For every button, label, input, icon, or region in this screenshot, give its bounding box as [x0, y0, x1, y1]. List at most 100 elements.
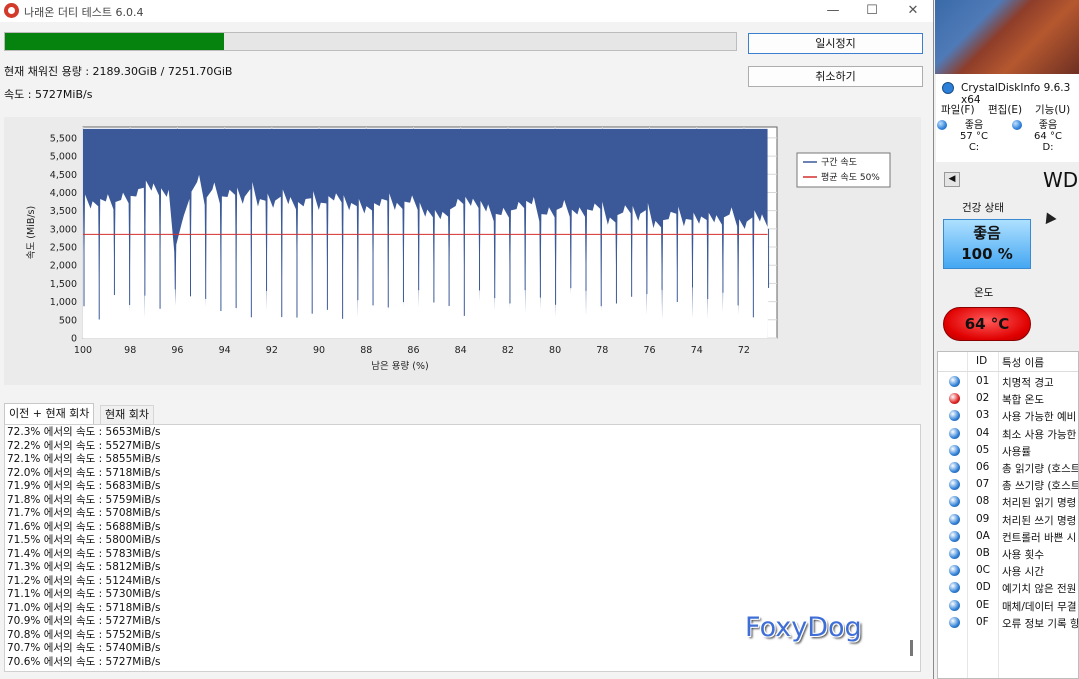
drive-d[interactable]: 좋음 64 °C D: [1010, 118, 1079, 160]
tab-current[interactable]: 현재 회차 [100, 405, 154, 424]
y-tick-label: 4,000 [50, 188, 77, 199]
progress-bar [4, 32, 737, 51]
attribute-id: 0D [976, 581, 991, 594]
log-line: 71.7% 에서의 속도 : 5708MiB/s [7, 507, 161, 519]
attribute-name: 예기치 않은 전원 [1002, 583, 1077, 596]
cancel-button[interactable]: 취소하기 [748, 66, 923, 87]
attribute-row[interactable]: 0D 예기치 않은 전원 [938, 579, 1078, 596]
drive-model: WD [1043, 168, 1079, 192]
log-tabs: 이전 + 현재 회차 현재 회차 [4, 403, 934, 425]
attribute-name: 컨트롤러 바쁜 시 [1002, 531, 1077, 544]
attribute-row[interactable]: 01 치명적 경고 [938, 373, 1078, 390]
temperature-label: 온도 [974, 287, 994, 299]
log-line: 71.1% 에서의 속도 : 5730MiB/s [7, 588, 161, 600]
x-tick-label: 76 [643, 345, 655, 356]
pause-button[interactable]: 일시정지 [748, 33, 923, 54]
column-id[interactable]: ID [976, 355, 987, 367]
attribute-row[interactable]: 09 처리된 쓰기 명령 [938, 511, 1078, 528]
disk-app-icon [942, 82, 954, 94]
attribute-name: 최소 사용 가능한 [1002, 428, 1077, 441]
drive-status-orb-icon [937, 120, 947, 130]
attribute-status-orb-icon [949, 616, 960, 628]
filled-capacity-text: 현재 채워진 용량 : 2189.30GiB / 7251.70GiB [4, 65, 233, 78]
x-tick-label: 92 [266, 345, 278, 356]
attribute-row[interactable]: 08 처리된 읽기 명령 [938, 493, 1078, 510]
menu-edit[interactable]: 편집(E) [988, 102, 1022, 117]
x-tick-label: 94 [219, 345, 231, 356]
menu-file[interactable]: 파일(F) [941, 102, 975, 117]
health-percent: 100 % [961, 245, 1013, 263]
log-line: 71.8% 에서의 속도 : 5759MiB/s [7, 493, 161, 506]
maximize-button[interactable]: ☐ [852, 1, 892, 21]
log-line: 72.3% 에서의 속도 : 5653MiB/s [7, 426, 161, 438]
y-axis-label: 속도 (MiB/s) [26, 206, 37, 259]
log-line: 72.1% 에서의 속도 : 5855MiB/s [7, 453, 161, 465]
attribute-status-orb-icon [949, 393, 960, 405]
y-tick-label: 5,000 [50, 152, 77, 163]
close-button[interactable]: ✕ [893, 1, 933, 21]
y-tick-label: 2,000 [50, 261, 77, 272]
y-tick-label: 1,500 [50, 279, 77, 290]
previous-drive-button[interactable]: ◀ [944, 172, 960, 187]
attribute-status-orb-icon [949, 513, 960, 525]
log-list: 72.3% 에서의 속도 : 5653MiB/s 72.2% 에서의 속도 : 5… [7, 426, 160, 669]
health-status-badge[interactable]: 좋음 100 % [943, 219, 1031, 269]
log-line: 71.4% 에서의 속도 : 5783MiB/s [7, 547, 161, 560]
legend-label-interval: 구간 속도 [821, 157, 857, 168]
attribute-id: 09 [976, 512, 990, 525]
log-line: 71.0% 에서의 속도 : 5718MiB/s [7, 601, 161, 614]
attribute-name: 사용 가능한 예비 [1002, 411, 1077, 424]
menu-function[interactable]: 기능(U) [1035, 102, 1070, 117]
cdi-title-bar: CrystalDiskInfo 9.6.3 x64 [936, 74, 1079, 106]
drive-temp: 57 °C [960, 131, 988, 142]
log-scrollbar-thumb[interactable] [910, 640, 913, 656]
log-line: 71.3% 에서의 속도 : 5812MiB/s [7, 561, 161, 573]
attribute-name: 매체/데이터 무결 [1002, 600, 1077, 613]
attribute-row[interactable]: 03 사용 가능한 예비 [938, 407, 1078, 424]
attribute-id: 0B [976, 547, 990, 559]
mouse-cursor-icon [1041, 209, 1057, 225]
attribute-row[interactable]: 04 최소 사용 가능한 [938, 425, 1078, 442]
y-tick-label: 2,500 [50, 243, 77, 254]
drive-letter: C: [968, 142, 980, 153]
crystaldiskinfo-window: CrystalDiskInfo 9.6.3 x64 파일(F) 편집(E) 기능… [936, 74, 1079, 679]
attribute-id: 04 [976, 426, 990, 439]
tab-previous-and-current[interactable]: 이전 + 현재 회차 [4, 403, 95, 424]
attribute-row[interactable]: 02 복합 온도 [938, 390, 1078, 407]
progress-fill [5, 33, 225, 50]
minimize-button[interactable]: — [813, 1, 853, 21]
log-line: 70.8% 에서의 속도 : 5752MiB/s [7, 628, 161, 641]
speed-chart-panel: 0 500 1,000 1,500 2,000 2,500 3,000 3,500 4,000 4… [4, 117, 921, 385]
log-line: 70.9% 에서의 속도 : 5727MiB/s [7, 615, 161, 627]
attribute-id: 06 [976, 461, 990, 473]
attribute-status-orb-icon [949, 496, 960, 508]
x-tick-label: 98 [124, 345, 136, 356]
legend-label-average: 평균 속도 50% [821, 172, 880, 183]
x-tick-label: 82 [502, 345, 514, 356]
drive-c[interactable]: 좋음 57 °C C: [936, 118, 1006, 160]
y-tick-label: 5,500 [50, 133, 77, 144]
attribute-status-orb-icon [949, 479, 960, 491]
column-attribute-name[interactable]: 특성 이름 [1002, 355, 1044, 370]
attribute-name: 복합 온도 [1002, 394, 1044, 407]
attribute-row[interactable]: 07 총 쓰기량 (호스트 [938, 476, 1078, 493]
current-speed-text: 속도 : 5727MiB/s [4, 88, 93, 101]
log-line: 71.9% 에서의 속도 : 5683MiB/s [7, 480, 161, 492]
attribute-row[interactable]: 05 사용률 [938, 442, 1078, 459]
attribute-row[interactable]: 0A 컨트롤러 바쁜 시 [938, 528, 1078, 545]
attribute-id: 0A [976, 529, 990, 542]
attribute-name: 사용률 [1002, 445, 1031, 458]
x-axis-label: 남은 용량 (%) [371, 360, 428, 372]
attribute-row[interactable]: 0C 사용 시간 [938, 562, 1078, 579]
speed-chart: 0 500 1,000 1,500 2,000 2,500 3,000 3,500 4,000 4… [26, 126, 891, 372]
attribute-row[interactable]: 0F 오류 정보 기록 항 [938, 614, 1078, 631]
attribute-row[interactable]: 06 총 읽기량 (호스트 [938, 459, 1078, 476]
drive-status-orb-icon [1012, 120, 1022, 130]
attribute-id: 0E [976, 598, 990, 611]
attribute-row[interactable]: 0B 사용 횟수 [938, 545, 1078, 562]
x-tick-label: 90 [313, 345, 325, 356]
attribute-row[interactable]: 0E 매체/데이터 무결 [938, 597, 1078, 614]
temperature-badge[interactable]: 64 °C [943, 307, 1031, 341]
window-title: 나래온 더티 테스트 6.0.4 [24, 6, 144, 19]
attribute-status-orb-icon [949, 599, 960, 611]
